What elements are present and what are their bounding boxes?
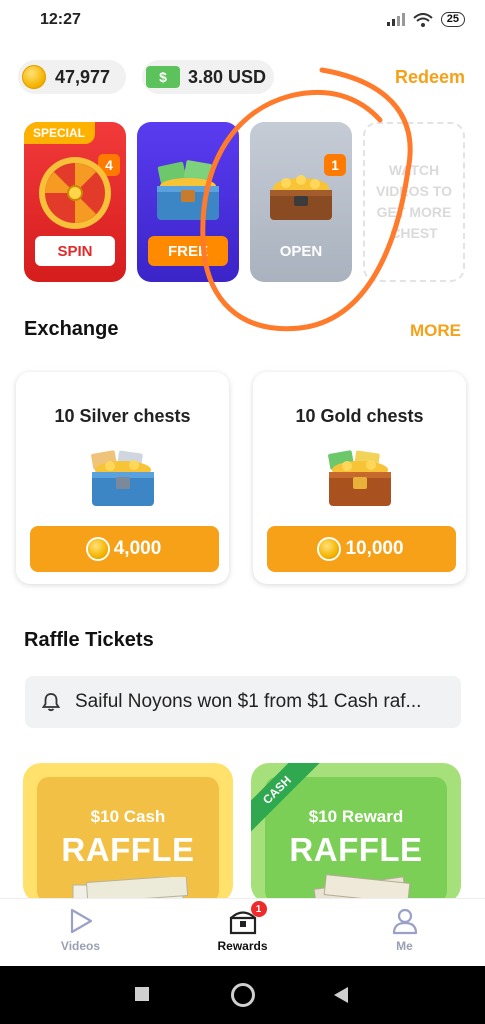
notice-text: Saiful Noyons won $1 from $1 Cash raf... <box>75 691 422 712</box>
exchange-price: 4,000 <box>113 538 162 559</box>
exchange-card-title: 10 Gold chests <box>295 406 424 426</box>
nav-label: Rewards <box>217 939 268 953</box>
coin-icon <box>319 539 340 559</box>
nav-videos[interactable]: Videos <box>0 899 161 967</box>
exchange-price: 10,000 <box>345 538 404 559</box>
raffle-card-cash[interactable]: $10 Cash RAFFLE <box>23 763 233 903</box>
raffle-winner-notice[interactable]: Saiful Noyons won $1 from $1 Cash raf... <box>25 676 461 728</box>
exchange-card-title: 10 Silver chests <box>54 406 191 426</box>
user-icon <box>392 908 417 935</box>
raffle-subtitle: $10 Reward <box>308 807 404 826</box>
nav-rewards[interactable]: 1 Rewards <box>162 899 323 967</box>
rewards-icon-wrap: 1 <box>228 901 267 935</box>
exchange-more-link[interactable]: MORE <box>410 321 461 341</box>
nav-me[interactable]: Me <box>324 899 485 967</box>
coin-icon <box>87 539 108 559</box>
system-navigation-bar <box>0 966 485 1024</box>
raffle-subtitle: $10 Cash <box>90 807 166 826</box>
raffle-heading: RAFFLE <box>289 831 423 868</box>
raffle-card-reward[interactable]: $10 Reward RAFFLE CASH <box>251 763 461 903</box>
bottom-navigation: Videos 1 Rewards Me <box>0 898 485 967</box>
home-icon[interactable] <box>231 983 255 1007</box>
nav-label: Videos <box>60 939 101 953</box>
gold-chest-icon <box>328 450 391 506</box>
silver-chest-icon <box>91 450 154 506</box>
nav-label: Me <box>396 939 413 953</box>
notification-badge: 1 <box>250 901 267 917</box>
exchange-buy-button[interactable]: 4,000 <box>30 526 219 572</box>
raffle-card-inner: $10 Reward RAFFLE <box>265 777 447 903</box>
exchange-buy-button[interactable]: 10,000 <box>267 526 456 572</box>
exchange-card-silver[interactable]: 10 Silver chests 4,000 <box>16 372 229 584</box>
play-icon <box>70 908 92 934</box>
raffle-card-inner: $10 Cash RAFFLE <box>37 777 219 903</box>
exchange-card-gold[interactable]: 10 Gold chests 10,000 <box>253 372 466 584</box>
bell-icon <box>41 693 61 712</box>
recents-icon[interactable] <box>135 987 149 1001</box>
exchange-title: Exchange <box>24 318 119 340</box>
raffle-title: Raffle Tickets <box>24 629 154 651</box>
raffle-heading: RAFFLE <box>61 831 195 868</box>
back-icon[interactable] <box>332 985 350 1005</box>
